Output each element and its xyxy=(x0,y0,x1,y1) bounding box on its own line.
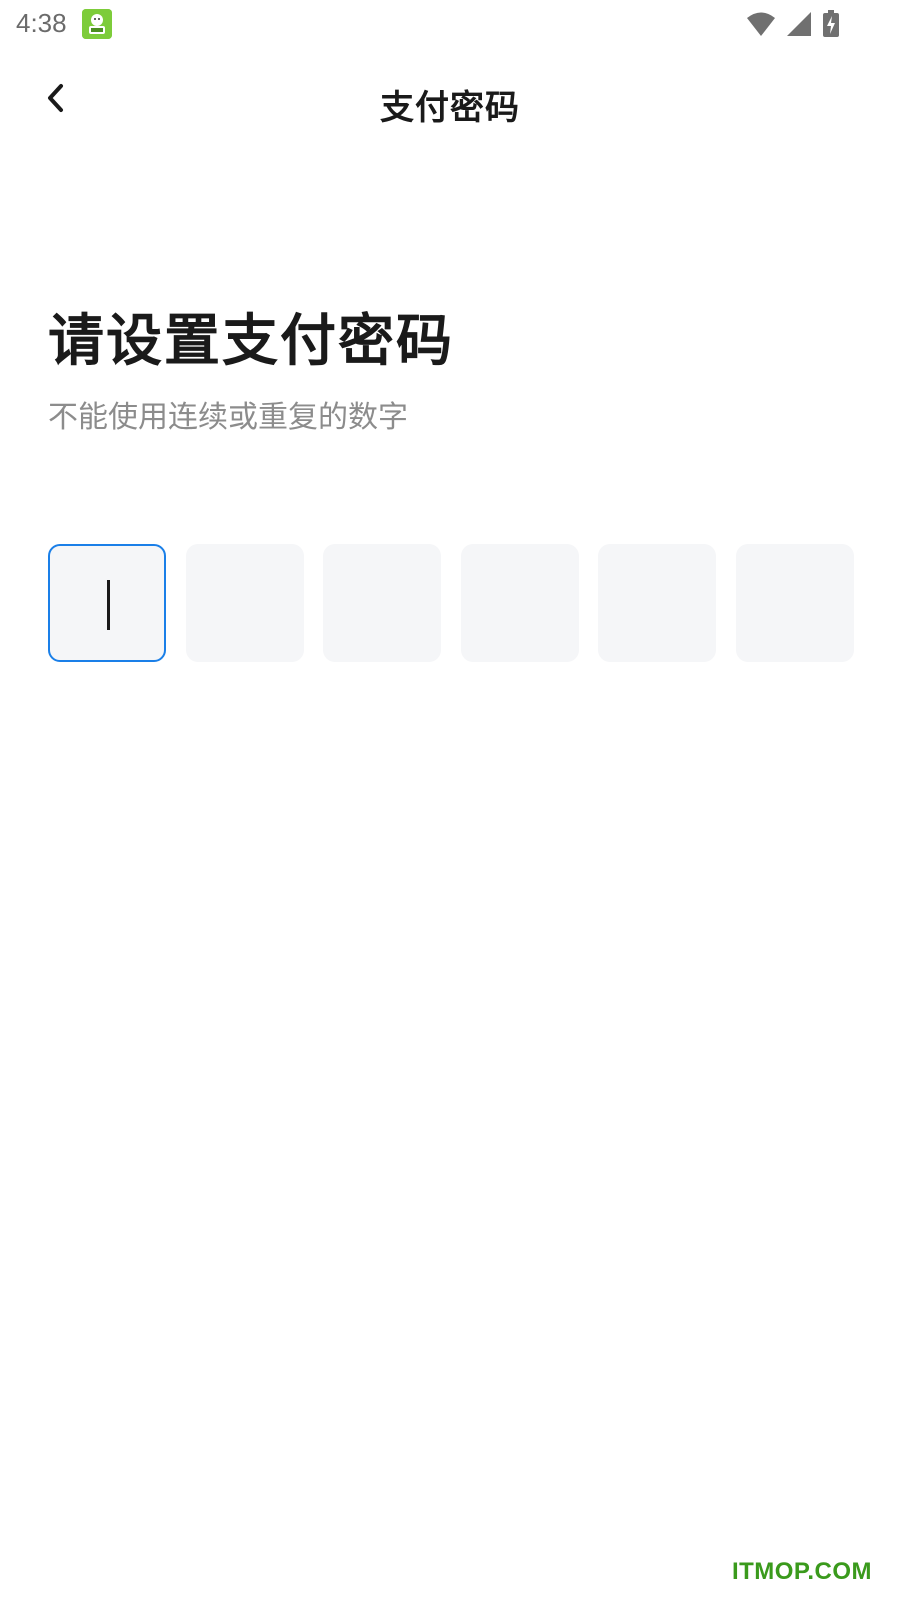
pin-digit-box-4[interactable] xyxy=(460,544,579,662)
pin-digit-box-2[interactable] xyxy=(185,544,304,662)
app-notification-icon xyxy=(82,9,112,39)
pin-digit-box-1[interactable] xyxy=(48,544,166,662)
text-cursor xyxy=(107,580,110,630)
battery-charging-icon xyxy=(822,10,840,42)
set-password-heading: 请设置支付密码 xyxy=(48,309,454,374)
password-hint: 不能使用连续或重复的数字 xyxy=(48,400,408,435)
status-time: 4:38 xyxy=(16,8,67,38)
wifi-icon xyxy=(746,11,776,41)
pin-input-row[interactable] xyxy=(48,544,854,662)
status-icons xyxy=(746,10,840,42)
app-header: 支付密码 xyxy=(0,60,900,150)
page-title: 支付密码 xyxy=(380,88,520,128)
pin-digit-box-5[interactable] xyxy=(598,544,716,662)
payment-password-screen: 4:38 支付密码 请设置支付密码 不能使用连续或重复的数字 ITMOP.COM xyxy=(0,0,900,1600)
watermark: ITMOP.COM xyxy=(731,1558,872,1585)
status-bar: 4:38 xyxy=(0,0,900,48)
cellular-signal-icon xyxy=(786,11,812,41)
pin-digit-box-3[interactable] xyxy=(323,544,441,662)
pin-digit-box-6[interactable] xyxy=(736,544,854,662)
